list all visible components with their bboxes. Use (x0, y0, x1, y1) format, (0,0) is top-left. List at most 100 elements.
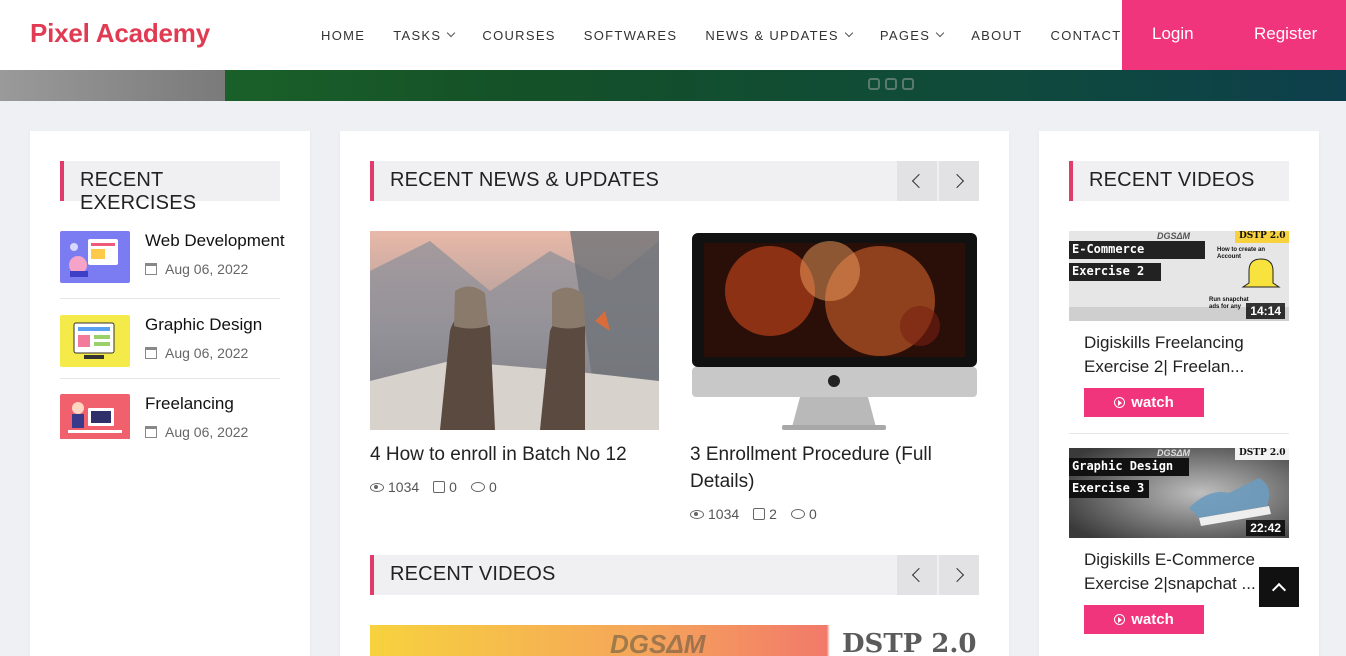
comments-count[interactable]: 0 (790, 506, 817, 522)
video-thumbnail[interactable]: Graphic Design Exercise 3 DGSΔM DSTP 2.0… (1069, 448, 1289, 538)
exercise-title[interactable]: Web Development (145, 231, 285, 251)
thumb-brand: DGSΔM (1157, 448, 1191, 458)
exercise-date: Aug 06, 2022 (145, 424, 248, 440)
calendar-icon (145, 263, 157, 275)
nav-pages-label: PAGES (879, 27, 931, 43)
divider (1069, 433, 1289, 434)
chevron-left-icon (911, 173, 927, 189)
recent-videos-side-title: RECENT VIDEOS (1089, 169, 1255, 191)
chevron-up-icon (1271, 582, 1287, 597)
views-count: 1034 (690, 506, 739, 522)
exercise-date: Aug 06, 2022 (145, 261, 248, 277)
video-duration: 22:42 (1246, 520, 1285, 536)
thumb-line1: E-Commerce (1072, 242, 1145, 256)
videos-prev-button[interactable] (897, 555, 937, 595)
eye-icon (370, 482, 384, 492)
nav-about-label: ABOUT (971, 27, 1023, 43)
exercise-thumbnail (60, 231, 130, 283)
calendar-icon (145, 347, 157, 359)
nav-contact[interactable]: CONTACT (1051, 28, 1122, 43)
watch-label: watch (1131, 394, 1174, 411)
video-duration: 14:14 (1246, 303, 1285, 319)
nav-news-updates-label: NEWS & UPDATES (705, 27, 839, 43)
watch-button[interactable]: watch (1084, 388, 1204, 417)
video-brand-text: DGSΔM (610, 629, 706, 656)
exercise-thumbnail (60, 315, 130, 367)
exercise-thumbnail (60, 394, 130, 446)
views-count: 1034 (370, 479, 419, 495)
likes-value: 2 (769, 506, 777, 522)
chevron-down-icon (935, 28, 945, 38)
recent-exercises-heading: RECENT EXERCISES (60, 161, 280, 214)
news-meta: 1034 2 0 (690, 506, 831, 522)
login-button[interactable]: Login (1152, 24, 1194, 44)
video-title[interactable]: Digiskills E-Commerce Exercise 2|snapcha… (1084, 548, 1284, 596)
news-title[interactable]: 4 How to enroll in Batch No 12 (370, 441, 659, 468)
nav-courses-label: COURSES (482, 27, 556, 43)
views-value: 1034 (388, 479, 420, 495)
nav-courses[interactable]: COURSES (482, 28, 555, 43)
video-title[interactable]: Digiskills Freelancing Exercise 2| Freel… (1084, 331, 1284, 379)
video-thumbnail-banner[interactable]: DGSΔM DSTP 2.0 (370, 625, 979, 656)
nav-home[interactable]: HOME (321, 28, 365, 43)
nav-pages[interactable]: PAGES (879, 27, 945, 43)
recent-videos-side-heading: RECENT VIDEOS (1069, 161, 1289, 201)
chevron-down-icon (447, 28, 456, 38)
banner-gray-segment (0, 70, 225, 101)
watch-label: watch (1131, 611, 1174, 628)
chevron-right-icon (949, 173, 965, 189)
recent-news-card: RECENT NEWS & UPDATES 4 How to enroll in… (340, 131, 1009, 656)
thumb-tag: DSTP 2.0 (1239, 231, 1286, 241)
recent-videos-title: RECENT VIDEOS (390, 563, 556, 585)
news-next-button[interactable] (939, 161, 979, 201)
thumb-line1: Graphic Design (1072, 459, 1174, 473)
comments-value: 0 (808, 506, 817, 522)
likes-count[interactable]: 2 (753, 506, 777, 522)
nav-softwares[interactable]: SOFTWARES (584, 28, 678, 43)
recent-exercises-card: RECENT EXERCISES Web Development Aug 06,… (30, 131, 310, 656)
slider-dots (868, 78, 914, 90)
site-logo[interactable]: Pixel Academy (30, 18, 210, 49)
eye-icon (690, 509, 704, 519)
news-image[interactable] (690, 231, 979, 430)
nav-tasks[interactable]: TASKS (393, 27, 456, 43)
news-carousel-controls (895, 161, 979, 201)
likes-value: 0 (449, 479, 457, 495)
slider-dot[interactable] (885, 78, 897, 90)
comment-icon (790, 509, 805, 519)
nav-news-updates[interactable]: NEWS & UPDATES (705, 27, 854, 43)
thumb-side-text-2: Run snapchat ads for any (1209, 297, 1249, 310)
thumbs-up-icon (753, 508, 766, 520)
news-image[interactable] (370, 231, 659, 430)
scroll-to-top-button[interactable] (1259, 567, 1299, 607)
videos-carousel-controls (895, 555, 979, 595)
nav-softwares-label: SOFTWARES (583, 27, 678, 43)
chevron-right-icon (949, 567, 965, 583)
exercise-title[interactable]: Freelancing (145, 394, 234, 414)
news-prev-button[interactable] (897, 161, 937, 201)
slider-dot[interactable] (902, 78, 914, 90)
videos-next-button[interactable] (939, 555, 979, 595)
recent-news-heading: RECENT NEWS & UPDATES (370, 161, 979, 201)
play-icon (1114, 614, 1126, 625)
recent-exercises-title: RECENT EXERCISES (80, 169, 197, 214)
thumb-tag: DSTP 2.0 (1239, 448, 1286, 458)
nav-about[interactable]: ABOUT (971, 28, 1022, 43)
news-title[interactable]: 3 Enrollment Procedure (Full Details) (690, 441, 979, 495)
chevron-down-icon (844, 28, 854, 38)
slider-dot[interactable] (868, 78, 880, 90)
nav-tasks-label: TASKS (393, 27, 442, 43)
play-icon (1114, 397, 1126, 408)
main-nav: HOME TASKS COURSES SOFTWARES NEWS & UPDA… (321, 0, 1149, 70)
exercise-title[interactable]: Graphic Design (145, 315, 262, 335)
register-button[interactable]: Register (1254, 24, 1317, 44)
thumbs-up-icon (433, 481, 446, 493)
thumb-line2: Exercise 3 (1072, 481, 1145, 495)
site-header: Pixel Academy HOME TASKS COURSES SOFTWAR… (0, 0, 1346, 70)
video-thumbnail[interactable]: E-Commerce Exercise 2 DGSΔM DSTP 2.0 How… (1069, 231, 1289, 321)
divider (60, 378, 280, 379)
likes-count[interactable]: 0 (433, 479, 457, 495)
watch-button[interactable]: watch (1084, 605, 1204, 634)
comments-count[interactable]: 0 (470, 479, 497, 495)
comments-value: 0 (488, 479, 497, 495)
